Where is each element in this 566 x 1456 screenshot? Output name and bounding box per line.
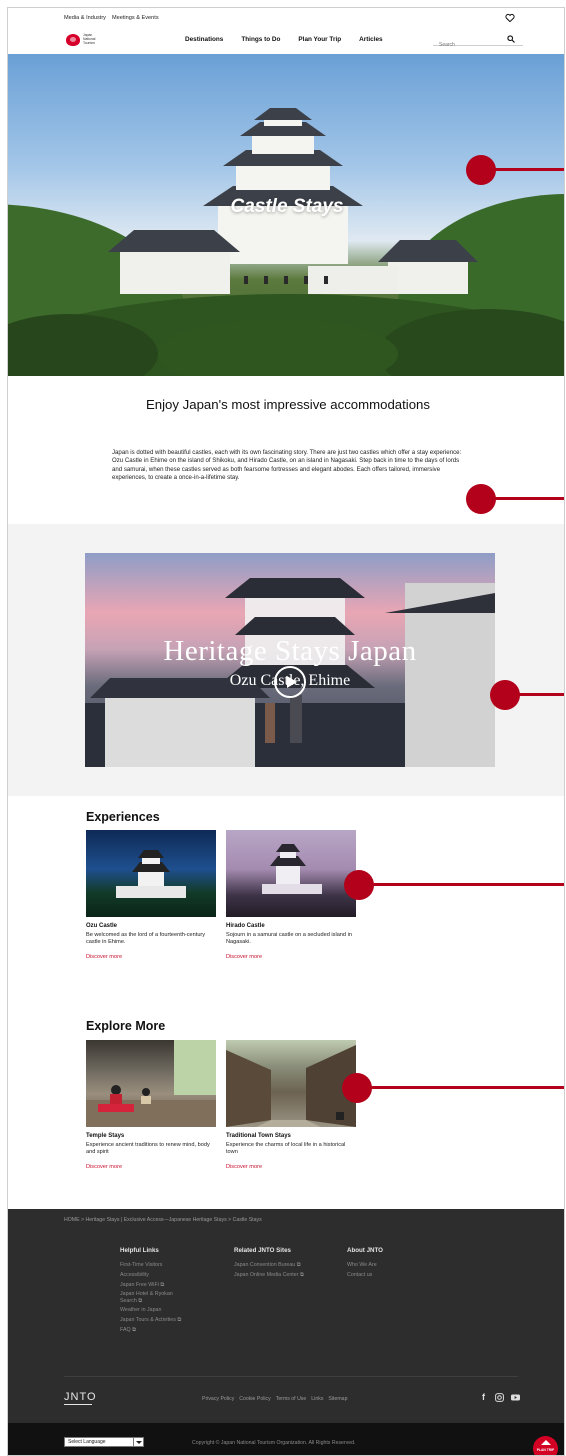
- sitemap-link[interactable]: Sitemap: [328, 1396, 347, 1402]
- social-links: f: [479, 1393, 520, 1402]
- utility-bar: Media & Industry Meetings & Events: [8, 8, 564, 28]
- discover-more-link[interactable]: Discover more: [226, 1164, 356, 1170]
- card-traditional-town-stays[interactable]: Traditional Town Stays Experience the ch…: [226, 1040, 356, 1170]
- external-link-icon: ⧉: [160, 1281, 165, 1288]
- chevron-down-icon: [133, 1438, 143, 1446]
- hero-banner: Castle Stays: [8, 54, 564, 376]
- external-link-icon: ⧉: [177, 1317, 182, 1324]
- card-title: Temple Stays: [86, 1133, 125, 1139]
- explore-more-heading: Explore More: [86, 1019, 166, 1033]
- search-box: [433, 33, 523, 51]
- video-section: Heritage Stays Japan Ozu Castle, Ehime: [8, 524, 564, 796]
- footer-link[interactable]: Who We Are: [347, 1262, 383, 1268]
- discover-more-link[interactable]: Discover more: [86, 1164, 216, 1170]
- breadcrumb[interactable]: HOME > Heritage Stays | Exclusive Access…: [64, 1217, 262, 1223]
- footer-link[interactable]: Japan Hotel & Ryokan Search ⧉: [120, 1291, 186, 1303]
- search-input[interactable]: [433, 39, 503, 51]
- nav-articles[interactable]: Articles: [359, 36, 382, 43]
- youtube-icon[interactable]: [511, 1393, 520, 1402]
- card-description: Experience ancient traditions to renew m…: [86, 1142, 210, 1156]
- external-link-icon: ⧉: [138, 1297, 143, 1304]
- about-jnto-column: About JNTO Who We Are Contact us: [347, 1247, 383, 1282]
- footer-link[interactable]: First-Time Visitors: [120, 1262, 186, 1268]
- card-description: Experience the charms of local life in a…: [226, 1142, 346, 1156]
- bottom-bar: Select Language Copyright © Japan Nation…: [8, 1423, 564, 1455]
- card-ozu-castle[interactable]: Ozu Castle Be welcomed as the lord of a …: [86, 830, 216, 960]
- callout-marker: [342, 1073, 372, 1103]
- footer-link[interactable]: Japan Free WiFi ⧉: [120, 1282, 186, 1288]
- logo-text: Japan National Tourism: [83, 33, 96, 45]
- logo-mark: [66, 34, 80, 46]
- card-description: Be welcomed as the lord of a fourteenth-…: [86, 932, 206, 946]
- callout-marker: [466, 484, 496, 514]
- heart-icon[interactable]: [505, 13, 515, 23]
- privacy-policy-link[interactable]: Privacy Policy: [202, 1396, 234, 1402]
- callout-marker: [490, 680, 520, 710]
- footer-link[interactable]: Japan Tours & Activities ⧉: [120, 1317, 186, 1323]
- footer-link[interactable]: Contact us: [347, 1272, 383, 1278]
- terms-of-use-link[interactable]: Terms of Use: [276, 1396, 307, 1402]
- footer-link[interactable]: FAQ ⧉: [120, 1327, 186, 1333]
- callout-marker: [344, 870, 374, 900]
- about-jnto-heading: About JNTO: [347, 1247, 383, 1254]
- external-link-icon: ⧉: [296, 1262, 301, 1268]
- traditional-town-image[interactable]: [226, 1040, 356, 1127]
- arrow-up-icon: [541, 1440, 551, 1445]
- play-icon[interactable]: [274, 666, 306, 698]
- footer-link[interactable]: Weather in Japan: [120, 1307, 186, 1313]
- callout-line: [358, 883, 564, 886]
- related-sites-column: Related JNTO Sites Japan Convention Bure…: [234, 1247, 314, 1282]
- cookie-policy-link[interactable]: Cookie Policy: [239, 1396, 270, 1402]
- nav-things-to-do[interactable]: Things to Do: [241, 36, 280, 43]
- related-sites-heading: Related JNTO Sites: [234, 1247, 291, 1254]
- meetings-events-link[interactable]: Meetings & Events: [112, 15, 159, 21]
- discover-more-link[interactable]: Discover more: [86, 954, 216, 960]
- card-title: Hirado Castle: [226, 923, 265, 929]
- media-industry-link[interactable]: Media & Industry: [64, 15, 106, 21]
- nav-destinations[interactable]: Destinations: [185, 36, 223, 43]
- helpful-links-column: Helpful Links First-Time Visitors Access…: [120, 1247, 186, 1337]
- ozu-castle-image[interactable]: [86, 830, 216, 917]
- footer-link[interactable]: Japan Online Media Center ⧉: [234, 1272, 314, 1278]
- card-title: Ozu Castle: [86, 923, 118, 929]
- callout-marker: [466, 155, 496, 185]
- search-icon[interactable]: [507, 35, 515, 43]
- footer-divider: [64, 1376, 518, 1377]
- intro-heading: Enjoy Japan's most impressive accommodat…: [146, 397, 430, 412]
- page-frame: Media & Industry Meetings & Events Japan…: [7, 7, 565, 1456]
- footer-link[interactable]: Accessibility: [120, 1272, 186, 1278]
- links-link[interactable]: Links: [311, 1396, 323, 1402]
- hirado-castle-image[interactable]: [226, 830, 356, 917]
- external-link-icon: ⧉: [299, 1271, 304, 1278]
- experiences-heading: Experiences: [86, 810, 160, 824]
- video-title: Heritage Stays Japan: [163, 635, 417, 667]
- facebook-icon[interactable]: f: [479, 1393, 488, 1402]
- video-player[interactable]: Heritage Stays Japan Ozu Castle, Ehime: [85, 553, 495, 767]
- plan-trip-button[interactable]: PLAN TRIP: [533, 1436, 558, 1455]
- intro-paragraph: Japan is dotted with beautiful castles, …: [112, 449, 462, 482]
- instagram-icon[interactable]: [495, 1393, 504, 1402]
- jnto-footer-logo[interactable]: JNTO: [64, 1391, 97, 1405]
- discover-more-link[interactable]: Discover more: [226, 954, 356, 960]
- hero-title: Castle Stays: [230, 196, 344, 217]
- copyright-text: Copyright © Japan National Tourism Organ…: [192, 1440, 356, 1446]
- jnto-logo[interactable]: Japan National Tourism: [66, 33, 110, 47]
- card-temple-stays[interactable]: Temple Stays Experience ancient traditio…: [86, 1040, 216, 1170]
- footer: HOME > Heritage Stays | Exclusive Access…: [8, 1209, 564, 1423]
- language-select[interactable]: Select Language: [64, 1437, 144, 1447]
- main-nav: Japan National Tourism Destinations Things…: [8, 28, 564, 54]
- footer-link[interactable]: Japan Convention Bureau ⧉: [234, 1262, 314, 1268]
- card-hirado-castle[interactable]: Hirado Castle Sojourn in a samurai castl…: [226, 830, 356, 960]
- card-title: Traditional Town Stays: [226, 1133, 291, 1139]
- card-description: Sojourn in a samurai castle on a seclude…: [226, 932, 352, 946]
- temple-stays-image[interactable]: [86, 1040, 216, 1127]
- footer-legal-links: Privacy Policy Cookie Policy Terms of Us…: [202, 1396, 347, 1402]
- external-link-icon: ⧉: [132, 1326, 136, 1333]
- nav-plan-your-trip[interactable]: Plan Your Trip: [298, 36, 341, 43]
- callout-line: [356, 1086, 564, 1089]
- helpful-links-heading: Helpful Links: [120, 1247, 159, 1254]
